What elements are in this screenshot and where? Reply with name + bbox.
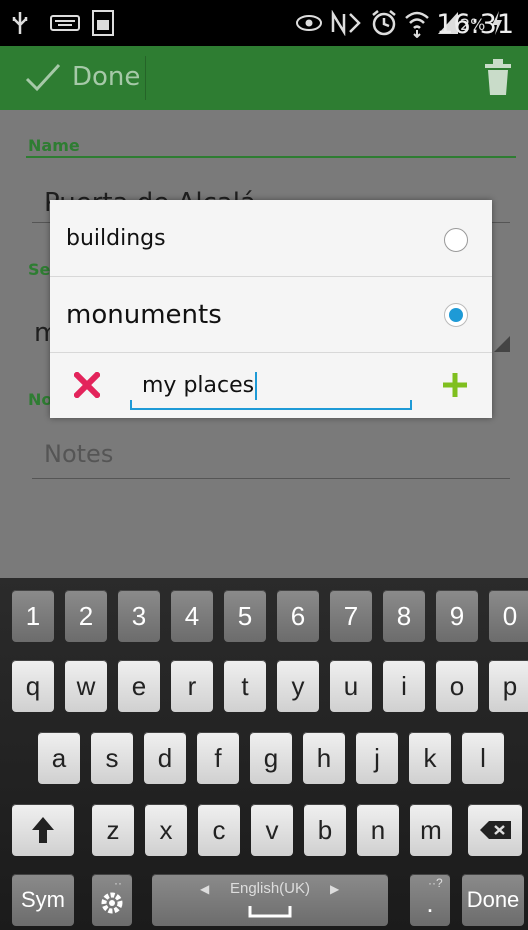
- set-label: Se: [28, 260, 51, 279]
- key-b[interactable]: b: [304, 804, 346, 856]
- key-a[interactable]: a: [38, 732, 80, 784]
- option-label: buildings: [66, 226, 166, 251]
- space-key[interactable]: ◀ English(UK) ▶: [152, 874, 388, 926]
- language-label: English(UK): [229, 880, 311, 897]
- key-p[interactable]: p: [489, 660, 528, 712]
- key-2[interactable]: 2: [65, 590, 107, 642]
- notes-field[interactable]: Notes: [44, 440, 113, 468]
- key-7[interactable]: 7: [330, 590, 372, 642]
- keyboard-notification-icon: [50, 15, 80, 31]
- key-e[interactable]: e: [118, 660, 160, 712]
- key-i[interactable]: i: [383, 660, 425, 712]
- key-3[interactable]: 3: [118, 590, 160, 642]
- key-m[interactable]: m: [410, 804, 452, 856]
- settings-key[interactable]: ··: [92, 874, 132, 926]
- radio-unchecked-icon[interactable]: [444, 228, 468, 252]
- key-8[interactable]: 8: [383, 590, 425, 642]
- space-bar-icon: [248, 906, 292, 918]
- key-h[interactable]: h: [303, 732, 345, 784]
- notes-label: No: [28, 390, 53, 409]
- key-w[interactable]: w: [65, 660, 107, 712]
- key-s[interactable]: s: [91, 732, 133, 784]
- eye-icon: [296, 15, 322, 31]
- new-set-input[interactable]: my places: [142, 372, 258, 400]
- name-label: Name: [28, 136, 80, 155]
- new-set-input-underline: [130, 408, 412, 410]
- key-5[interactable]: 5: [224, 590, 266, 642]
- key-q[interactable]: q: [12, 660, 54, 712]
- lang-right-arrow-icon: ▶: [330, 882, 340, 896]
- image-notification-icon: [92, 10, 114, 36]
- key-v[interactable]: v: [251, 804, 293, 856]
- action-bar: Done: [0, 46, 528, 110]
- sym-key[interactable]: Sym: [12, 874, 74, 926]
- shift-key[interactable]: [12, 804, 74, 856]
- key-g[interactable]: g: [250, 732, 292, 784]
- delete-x-icon[interactable]: [74, 372, 100, 398]
- notes-field-underline: [32, 478, 510, 479]
- action-bar-divider: [145, 56, 146, 100]
- key-l[interactable]: l: [462, 732, 504, 784]
- done-key[interactable]: Done: [462, 874, 524, 926]
- status-bar: 2% 16:31: [0, 0, 528, 46]
- key-r[interactable]: r: [171, 660, 213, 712]
- clock: 16:31: [436, 9, 514, 40]
- usb-icon: [12, 12, 28, 34]
- trash-icon[interactable]: [484, 58, 512, 96]
- gear-icon: [101, 892, 123, 914]
- key-d[interactable]: d: [144, 732, 186, 784]
- add-plus-icon[interactable]: [442, 372, 468, 398]
- shift-arrow-icon: [32, 817, 54, 843]
- key-c[interactable]: c: [198, 804, 240, 856]
- key-y[interactable]: y: [277, 660, 319, 712]
- period-key[interactable]: . ··?: [410, 874, 450, 926]
- wifi-icon: [405, 11, 429, 38]
- done-label: Done: [72, 62, 141, 92]
- key-n[interactable]: n: [357, 804, 399, 856]
- key-x[interactable]: x: [145, 804, 187, 856]
- key-z[interactable]: z: [92, 804, 134, 856]
- key-6[interactable]: 6: [277, 590, 319, 642]
- soft-keyboard: 1234567890 qwertyuiop asdfghjkl zxcvbnm …: [0, 578, 528, 930]
- nfc-icon: [331, 10, 361, 36]
- punctuation-hint-icon: ··?: [428, 876, 443, 890]
- done-button[interactable]: Done: [0, 46, 145, 110]
- key-4[interactable]: 4: [171, 590, 213, 642]
- option-monuments[interactable]: monuments: [50, 276, 492, 353]
- option-buildings[interactable]: buildings: [50, 200, 492, 277]
- backspace-key[interactable]: [468, 804, 522, 856]
- key-9[interactable]: 9: [436, 590, 478, 642]
- radio-checked-icon[interactable]: [444, 303, 468, 327]
- name-section-divider: [26, 156, 516, 158]
- key-f[interactable]: f: [197, 732, 239, 784]
- key-u[interactable]: u: [330, 660, 372, 712]
- key-0[interactable]: 0: [489, 590, 528, 642]
- alarm-icon: [372, 10, 396, 36]
- check-icon: [25, 63, 61, 92]
- backspace-icon: [480, 821, 511, 839]
- key-t[interactable]: t: [224, 660, 266, 712]
- mic-hint-icon: ··: [114, 876, 122, 890]
- key-o[interactable]: o: [436, 660, 478, 712]
- set-picker-dialog: buildings monuments my places: [50, 200, 492, 418]
- key-1[interactable]: 1: [12, 590, 54, 642]
- spinner-arrow-icon: [494, 336, 510, 352]
- key-k[interactable]: k: [409, 732, 451, 784]
- option-label: monuments: [66, 300, 222, 330]
- key-j[interactable]: j: [356, 732, 398, 784]
